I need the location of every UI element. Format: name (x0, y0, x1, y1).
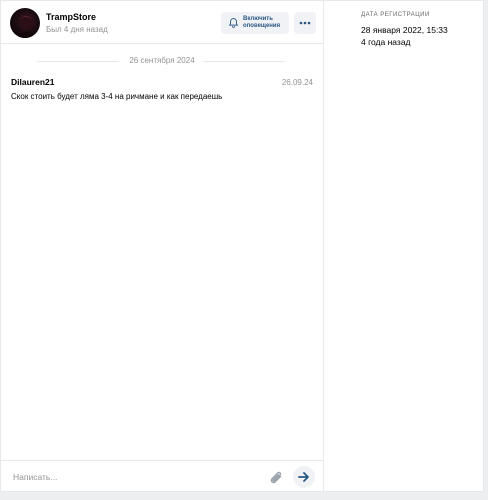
registration-date: 28 января 2022, 15:33 (361, 25, 448, 35)
contact-name[interactable]: TrampStore (46, 12, 96, 22)
registration-date-caption: ДАТА РЕГИСТРАЦИИ (361, 12, 430, 18)
message-input[interactable] (7, 467, 257, 487)
more-dots-icon (299, 21, 311, 25)
enable-notifications-label: Включить оповещения (243, 16, 281, 29)
info-panel: ДАТА РЕГИСТРАЦИИ 28 января 2022, 15:33 4… (324, 0, 484, 492)
attach-button[interactable] (267, 468, 285, 486)
registration-relative: 4 года назад (361, 37, 411, 47)
message-author[interactable]: Dilauren21 (11, 77, 54, 87)
paperclip-icon (270, 471, 282, 484)
message-time: 26.09.24 (281, 78, 313, 87)
avatar[interactable] (10, 8, 40, 38)
bell-icon (228, 18, 239, 28)
arrow-right-icon (298, 472, 309, 482)
enable-notifications-button[interactable]: Включить оповещения (221, 12, 289, 34)
contact-last-seen: Был 4 дня назад (46, 25, 108, 34)
message-composer (1, 460, 323, 492)
date-divider: 26 сентября 2024 (1, 55, 323, 67)
message-text: Скок стоить будет ляма 3-4 на ричмане и … (11, 92, 223, 101)
message-item[interactable]: Dilauren21 26.09.24 Скок стоить будет ля… (11, 77, 315, 107)
send-button[interactable] (293, 466, 315, 488)
chat-header: TrampStore Был 4 дня назад Включить опов… (1, 1, 323, 44)
divider-line-right (203, 61, 285, 62)
more-options-button[interactable] (294, 12, 316, 34)
chat-panel: TrampStore Был 4 дня назад Включить опов… (0, 0, 324, 492)
